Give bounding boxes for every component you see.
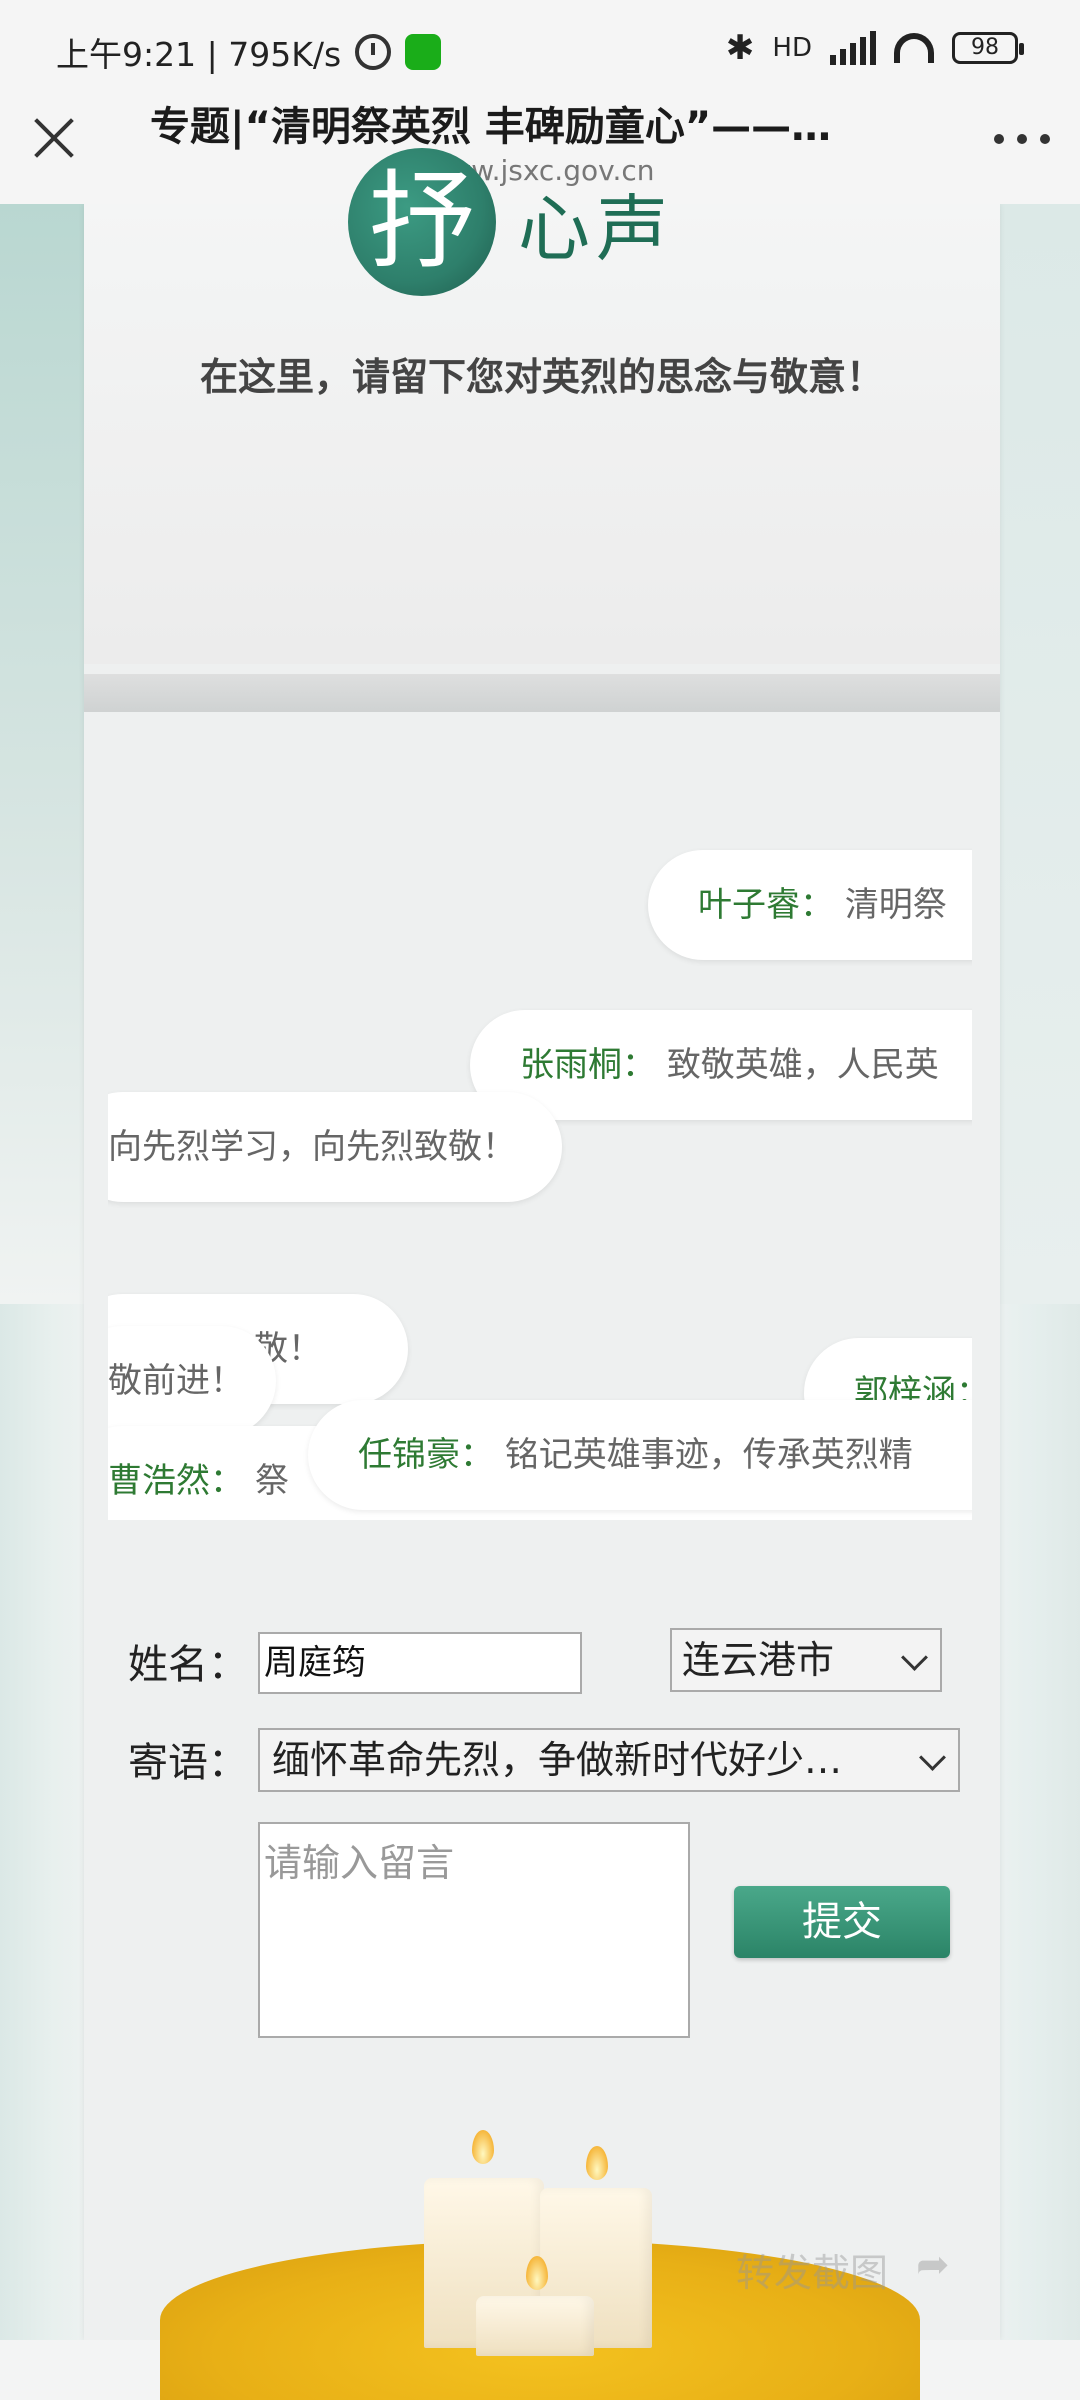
bluetooth-icon: ✱ [725, 28, 755, 68]
battery-icon: 98 [952, 32, 1024, 64]
bamboo-decoration-left [0, 204, 84, 1304]
status-time-speed: 上午9:21 | 795K/s [56, 35, 342, 74]
chevron-down-icon [901, 1644, 928, 1671]
message-textarea[interactable]: 请输入留言 [258, 1822, 690, 2038]
flame-icon [472, 2130, 494, 2164]
message-author: 任锦豪： [358, 1435, 494, 1475]
signal-icon [830, 31, 876, 65]
candle-front [476, 2296, 594, 2356]
message-author: 曹浩然： [108, 1461, 244, 1501]
message-bubble: 敬前进！ [108, 1326, 276, 1436]
message-bubble: 张雨桐： 致敬英雄，人民英 [470, 1010, 972, 1120]
message-text: 敬前进！ [108, 1361, 244, 1401]
logo-text: 心声 [518, 187, 675, 271]
status-bar: 上午9:21 | 795K/s ✱ HD 98 [0, 0, 1080, 92]
message-text: 祭 [254, 1461, 289, 1501]
status-right: ✱ HD 98 [725, 28, 1024, 68]
message-text: 致敬英雄，人民英 [666, 1045, 939, 1085]
screenshot-share-watermark[interactable]: 转发截图 [736, 2242, 888, 2297]
logo-character: 抒 [369, 160, 475, 283]
battery-level: 98 [971, 35, 999, 60]
message-bubble: 任锦豪： 铭记英雄事迹，传承英烈精 [308, 1400, 972, 1510]
city-select[interactable]: 连云港市 [670, 1628, 942, 1692]
page-subtitle: 在这里，请留下您对英烈的思念与敬意！ [199, 354, 884, 399]
name-label: 姓名： [128, 1642, 248, 1688]
share-arrow-icon[interactable]: ➦ [916, 2242, 950, 2288]
message-wall: 叶子睿： 清明祭 张雨桐： 致敬英雄，人民英 向先烈学习，向先烈致敬！ 向先烈致… [108, 600, 972, 1520]
message-text: 向先烈学习，向先烈致敬！ [108, 1127, 516, 1167]
message-bubble: 向先烈学习，向先烈致敬！ [108, 1092, 562, 1202]
submit-button[interactable]: 提交 [734, 1886, 950, 1958]
name-input[interactable]: 周庭筠 [258, 1632, 582, 1694]
message-text: 清明祭 [844, 885, 947, 925]
message-preset-select[interactable]: 缅怀革命先烈，争做新时代好少… [258, 1728, 960, 1792]
alarm-icon [355, 34, 392, 70]
message-bubble: 叶子睿： 清明祭 [648, 850, 972, 960]
city-select-value: 连云港市 [682, 1638, 835, 1682]
chevron-down-icon [919, 1744, 946, 1771]
message-text: 铭记英雄事迹，传承英烈精 [504, 1435, 913, 1475]
message-author: 张雨桐： [520, 1045, 656, 1085]
status-left: 上午9:21 | 795K/s [56, 28, 442, 76]
more-options-icon[interactable] [994, 134, 1050, 148]
wifi-icon [894, 33, 934, 63]
message-author: 叶子睿： [698, 885, 834, 925]
page-title: 专题|“清明祭英烈 丰碑励童心”——… [150, 104, 832, 150]
message-label: 寄语： [128, 1740, 248, 1786]
flame-icon [526, 2256, 548, 2290]
wechat-icon [405, 34, 442, 70]
flame-icon [586, 2146, 608, 2180]
message-preset-value: 缅怀革命先烈，争做新时代好少… [272, 1738, 843, 1782]
network-type: HD [772, 33, 812, 63]
decoration-right [996, 204, 1080, 1304]
